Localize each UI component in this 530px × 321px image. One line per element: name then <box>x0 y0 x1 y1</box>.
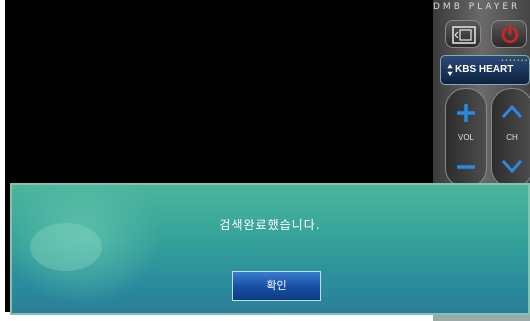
dialog-message: 검색완료했습니다. <box>219 218 321 232</box>
chevron-down-icon[interactable] <box>500 153 524 177</box>
player-title: DMB PLAYER <box>433 2 521 12</box>
vol-label: VOL <box>457 133 474 142</box>
screen-mode-icon <box>452 26 476 44</box>
ok-button[interactable]: 확인 <box>232 271 321 301</box>
channel-selector[interactable]: ••••••• KBS HEART <box>440 55 530 85</box>
plus-icon[interactable] <box>454 101 478 125</box>
search-complete-dialog: 검색완료했습니다. 확인 <box>10 183 530 315</box>
power-button[interactable] <box>491 20 527 48</box>
channel-rocker[interactable]: CH <box>491 88 530 188</box>
power-icon <box>501 24 519 43</box>
ch-label: CH <box>506 133 518 142</box>
minus-icon[interactable] <box>454 155 478 179</box>
panel-bottom-edge <box>433 315 530 321</box>
screen-mode-button[interactable] <box>445 20 481 48</box>
up-down-arrows-icon <box>447 64 453 76</box>
chevron-up-icon[interactable] <box>500 101 524 125</box>
channel-name: KBS HEART <box>455 64 514 75</box>
volume-rocker[interactable]: VOL <box>445 88 487 188</box>
